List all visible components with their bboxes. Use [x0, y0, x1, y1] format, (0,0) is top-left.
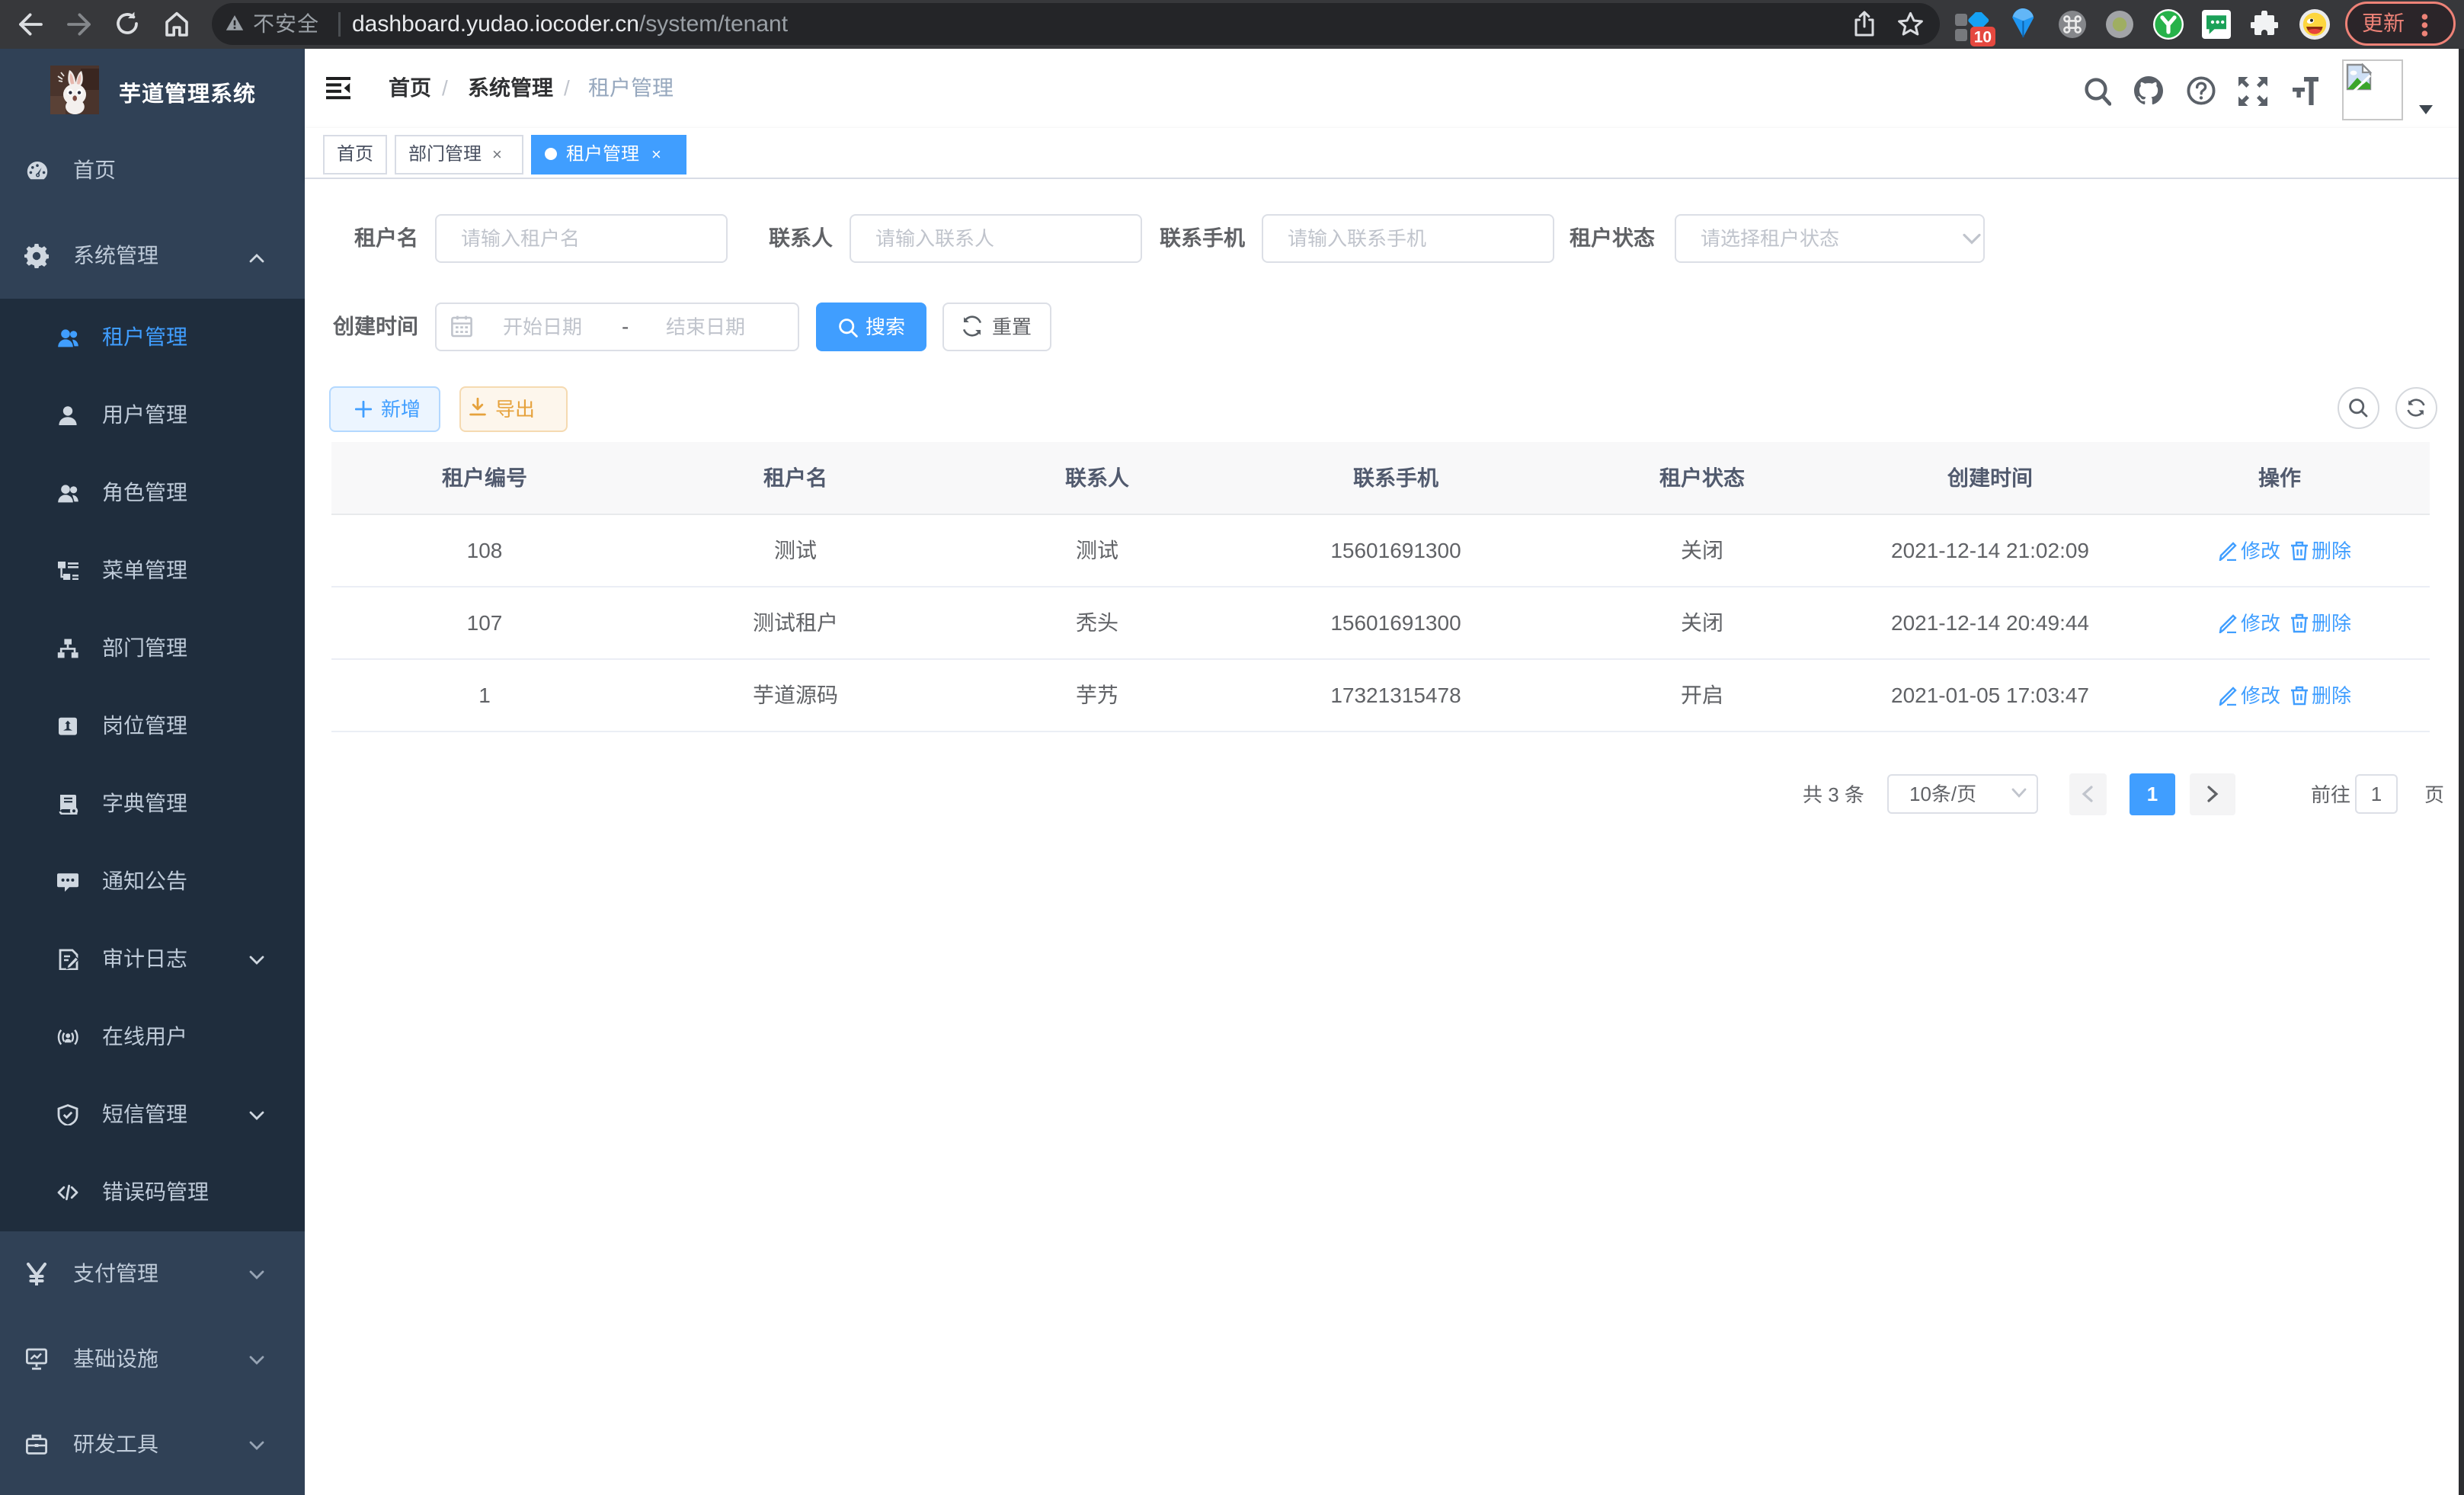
svg-text:10: 10 — [1974, 28, 1992, 46]
